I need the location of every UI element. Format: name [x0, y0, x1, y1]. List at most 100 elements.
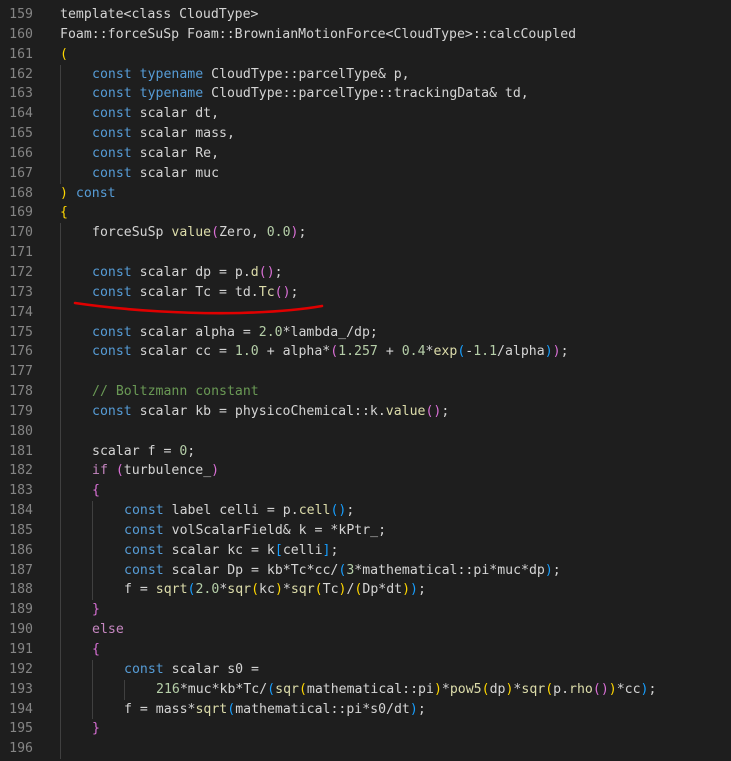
code-text: const scalar dt, [92, 104, 731, 124]
code-line[interactable]: 170 forceSuSp value(Zero, 0.0); [0, 223, 731, 244]
code-line[interactable]: 167 const scalar muc [0, 163, 731, 184]
code-token: ; [552, 562, 561, 578]
code-token: Dp*dt [362, 582, 403, 598]
line-number: 188 [9, 582, 33, 598]
code-line[interactable]: 163 const typename CloudType::parcelType:… [0, 84, 731, 105]
indent-guide [60, 441, 61, 462]
code-line[interactable]: 192 const scalar s0 = [0, 659, 731, 680]
code-line[interactable]: 194 f = mass*sqrt(mathematical::pi*s0/dt)… [0, 699, 731, 720]
indent-guide [60, 520, 61, 541]
code-token: scalar kc = k [163, 542, 275, 558]
code-line[interactable]: 182 if (turbulence_) [0, 461, 731, 482]
code-text: const scalar Tc = td.Tc(); [92, 283, 731, 303]
code-editor[interactable]: 159 template<class CloudType> 160 Foam::for… [0, 5, 731, 760]
code-line[interactable]: 169 { [0, 203, 731, 223]
code-text: const scalar dp = p.d(); [92, 263, 731, 283]
line-number: 176 [9, 344, 33, 360]
code-line[interactable]: 165 const scalar mass, [0, 124, 731, 144]
code-line[interactable]: 179 const scalar kb = physicoChemical::k.… [0, 401, 731, 422]
code-line[interactable]: 186 const scalar kc = k[celli]; [0, 540, 731, 561]
code-token: sqr [290, 582, 315, 598]
code-line[interactable]: 191 { [0, 640, 731, 660]
code-line[interactable]: 183 { [0, 481, 731, 502]
code-line[interactable]: 193 216*muc*kb*Tc/(sqr(mathematical::pi)*… [0, 679, 731, 700]
code-line[interactable]: 176 const scalar cc = 1.0 + alpha*(1.257 … [0, 342, 731, 363]
code-token: () [592, 681, 609, 697]
code-line[interactable]: 160 Foam::forceSuSp Foam::BrownianMotionF… [0, 25, 731, 45]
line-number: 168 [9, 185, 33, 201]
code-line[interactable]: 173 const scalar Tc = td.Tc(); [0, 282, 731, 303]
code-line[interactable]: 196 [0, 739, 731, 760]
code-text: f = sqrt(2.0*sqr(kc)*sqr(Tc)/(Dp*dt)); [124, 580, 731, 600]
indent-guide [60, 560, 61, 581]
code-token: { [92, 483, 100, 499]
code-token: ) [402, 582, 411, 598]
code-text: } [92, 719, 731, 739]
code-token: value [385, 403, 426, 419]
code-line[interactable]: 195} [0, 719, 731, 740]
line-number: 181 [9, 443, 33, 459]
code-line[interactable]: 188 f = sqrt(2.0*sqr(kc)*sqr(Tc)/(Dp*dt))… [0, 580, 731, 601]
code-line[interactable]: 162 const typename CloudType::parcelType&… [0, 64, 731, 85]
line-number: 159 [9, 7, 33, 22]
code-token: } [92, 602, 100, 618]
code-token: const [92, 126, 132, 142]
code-text: const scalar s0 = [124, 660, 731, 680]
indent-guide [60, 64, 61, 85]
code-line[interactable]: 190 else [0, 620, 731, 640]
code-line[interactable]: 168) const [0, 184, 731, 204]
indent-guide [60, 739, 61, 760]
indent-guide [92, 659, 93, 680]
code-line[interactable]: 178 // Boltzmann constant [0, 382, 731, 402]
code-line[interactable]: 164 const scalar dt, [0, 104, 731, 125]
code-token: ; [560, 344, 569, 360]
code-token: const [92, 403, 132, 419]
indent-guide [60, 104, 61, 125]
code-token: ; [346, 503, 355, 519]
line-number: 180 [9, 423, 33, 439]
code-line[interactable]: 184 const label celli = p.cell(); [0, 501, 731, 521]
code-token: scalar Tc = td. [131, 284, 259, 300]
code-line[interactable]: 171 [0, 243, 731, 263]
code-line[interactable]: 161 ( [0, 45, 731, 65]
code-token: ( [298, 681, 307, 697]
code-token: [ [274, 542, 283, 558]
code-line[interactable]: 175 const scalar alpha = 2.0*lambda_/dp; [0, 322, 731, 343]
indent-guide [92, 501, 93, 521]
indent-guide [92, 699, 93, 720]
code-token: { [92, 642, 100, 657]
line-number: 171 [9, 245, 33, 261]
code-text: const scalar Re, [92, 144, 731, 164]
indent-guide [60, 342, 61, 363]
code-line[interactable]: 174 [0, 302, 731, 323]
code-token: ; [298, 225, 307, 241]
code-token: Zero, [219, 225, 267, 241]
code-line[interactable]: 177 [0, 362, 731, 383]
code-token: scalar cc = [131, 344, 235, 360]
code-token: forceSuSp [92, 225, 172, 241]
code-text: const volScalarField& k = *kPtr_; [124, 521, 731, 541]
code-token: const [92, 145, 132, 161]
code-line[interactable]: 181 scalar f = 0; [0, 441, 731, 462]
code-token: scalar dt, [131, 106, 220, 122]
code-text: const scalar mass, [92, 124, 731, 144]
code-token: 1.0 [234, 344, 259, 360]
code-token: 0.4 [401, 344, 426, 360]
code-token: ) [60, 185, 68, 201]
code-token: ; [441, 403, 450, 419]
code-line[interactable]: 166 const scalar Re, [0, 143, 731, 164]
code-line[interactable]: 159 template<class CloudType> [0, 5, 731, 25]
indent-guide [60, 302, 61, 323]
code-line[interactable]: 185 const volScalarField& k = *kPtr_; [0, 520, 731, 541]
code-line[interactable]: 187 const scalar Dp = kb*Tc*cc/(3*mathema… [0, 560, 731, 581]
code-line[interactable]: 172 const scalar dp = p.d(); [0, 262, 731, 283]
line-number: 166 [9, 145, 33, 161]
code-token: 2.0 [258, 324, 283, 340]
code-token: scalar Re, [131, 145, 220, 161]
indent-guide [60, 243, 61, 263]
code-text: const label celli = p.cell(); [124, 501, 731, 521]
code-line[interactable]: 180 [0, 421, 731, 442]
code-line[interactable]: 189} [0, 600, 731, 621]
code-token: CloudType::parcelType& p, [203, 66, 410, 82]
line-number: 184 [9, 503, 33, 519]
